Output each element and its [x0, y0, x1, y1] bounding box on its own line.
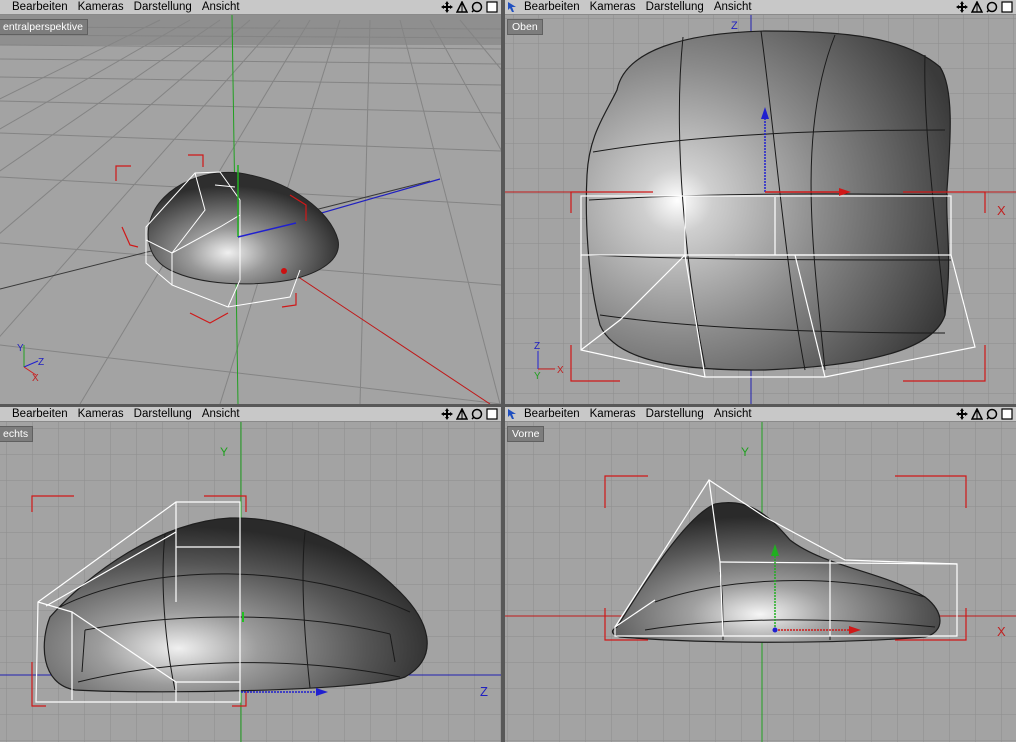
menu-ansicht[interactable]: Ansicht [197, 407, 245, 421]
viewport-grab-icon [507, 408, 517, 420]
svg-text:X: X [557, 365, 564, 376]
viewport-right[interactable]: Bearbeiten Kameras Darstellung Ansicht Z… [0, 406, 502, 742]
vertical-splitter[interactable] [501, 0, 505, 742]
viewport-label[interactable]: Vorne [507, 426, 545, 442]
menu-darstellung[interactable]: Darstellung [129, 0, 197, 14]
front-stage[interactable]: X Y Vorne [505, 422, 1016, 742]
viewport-menubar: Bearbeiten Kameras Darstellung Ansicht [505, 407, 1016, 422]
svg-text:Z: Z [480, 684, 488, 699]
front-scene: X Y [505, 422, 1016, 742]
viewport-menubar: Bearbeiten Kameras Darstellung Ansicht [505, 0, 1016, 15]
svg-text:Y: Y [220, 445, 228, 459]
svg-text:Y: Y [534, 371, 541, 382]
menu-ansicht[interactable]: Ansicht [197, 0, 245, 14]
viewport-front[interactable]: Bearbeiten Kameras Darstellung Ansicht X… [505, 407, 1016, 742]
menu-darstellung[interactable]: Darstellung [129, 407, 197, 421]
viewport-label[interactable]: entralperspektive [0, 19, 88, 35]
move-icon[interactable] [441, 1, 453, 13]
horizontal-splitter[interactable] [0, 404, 1016, 407]
svg-text:X: X [997, 624, 1006, 639]
menu-darstellung[interactable]: Darstellung [641, 0, 709, 14]
menu-bearbeiten[interactable]: Bearbeiten [0, 407, 73, 421]
zoom-icon[interactable] [471, 408, 483, 420]
zoom-icon[interactable] [986, 408, 998, 420]
viewport-menubar: Bearbeiten Kameras Darstellung Ansicht [0, 0, 501, 15]
viewport-label[interactable]: echts [0, 426, 34, 442]
rotate-icon[interactable] [971, 408, 983, 420]
maximize-icon[interactable] [1001, 1, 1013, 13]
menu-bearbeiten[interactable]: Bearbeiten [519, 0, 585, 14]
rotate-icon[interactable] [971, 1, 983, 13]
rotate-icon[interactable] [456, 408, 468, 420]
viewport-perspective[interactable]: Bearbeiten Kameras Darstellung Ansicht Y… [0, 0, 501, 404]
menu-kameras[interactable]: Kameras [73, 0, 129, 14]
move-icon[interactable] [956, 408, 968, 420]
zoom-icon[interactable] [471, 1, 483, 13]
menu-ansicht[interactable]: Ansicht [709, 407, 757, 421]
svg-text:X: X [997, 203, 1006, 218]
viewport-label[interactable]: Oben [507, 19, 543, 35]
menu-ansicht[interactable]: Ansicht [709, 0, 757, 14]
top-scene: X Z Z X Y [505, 15, 1016, 404]
zoom-icon[interactable] [986, 1, 998, 13]
menu-darstellung[interactable]: Darstellung [641, 407, 709, 421]
svg-text:Z: Z [38, 357, 44, 368]
top-stage[interactable]: X Z Z X Y Oben [505, 15, 1016, 404]
svg-text:Y: Y [17, 343, 24, 354]
right-stage[interactable]: Z Y echts [0, 422, 501, 742]
svg-text:Z: Z [731, 20, 738, 32]
svg-text:Y: Y [741, 445, 749, 459]
perspective-stage[interactable]: Y Z X entralperspektive [0, 15, 501, 404]
menu-kameras[interactable]: Kameras [585, 407, 641, 421]
move-icon[interactable] [441, 408, 453, 420]
svg-text:Z: Z [534, 341, 540, 352]
menu-kameras[interactable]: Kameras [585, 0, 641, 14]
maximize-icon[interactable] [1001, 408, 1013, 420]
perspective-scene: Y Z X [0, 15, 501, 404]
viewport-menubar: Bearbeiten Kameras Darstellung Ansicht [0, 407, 501, 422]
menu-bearbeiten[interactable]: Bearbeiten [0, 0, 73, 14]
svg-text:X: X [32, 373, 39, 384]
menu-kameras[interactable]: Kameras [73, 407, 129, 421]
viewport-top[interactable]: Bearbeiten Kameras Darstellung Ansicht X… [505, 0, 1016, 404]
viewport-grab-icon [507, 1, 517, 13]
maximize-icon[interactable] [486, 1, 498, 13]
rotate-icon[interactable] [456, 1, 468, 13]
menu-bearbeiten[interactable]: Bearbeiten [519, 407, 585, 421]
right-scene: Z Y [0, 422, 501, 742]
move-icon[interactable] [956, 1, 968, 13]
maximize-icon[interactable] [486, 408, 498, 420]
